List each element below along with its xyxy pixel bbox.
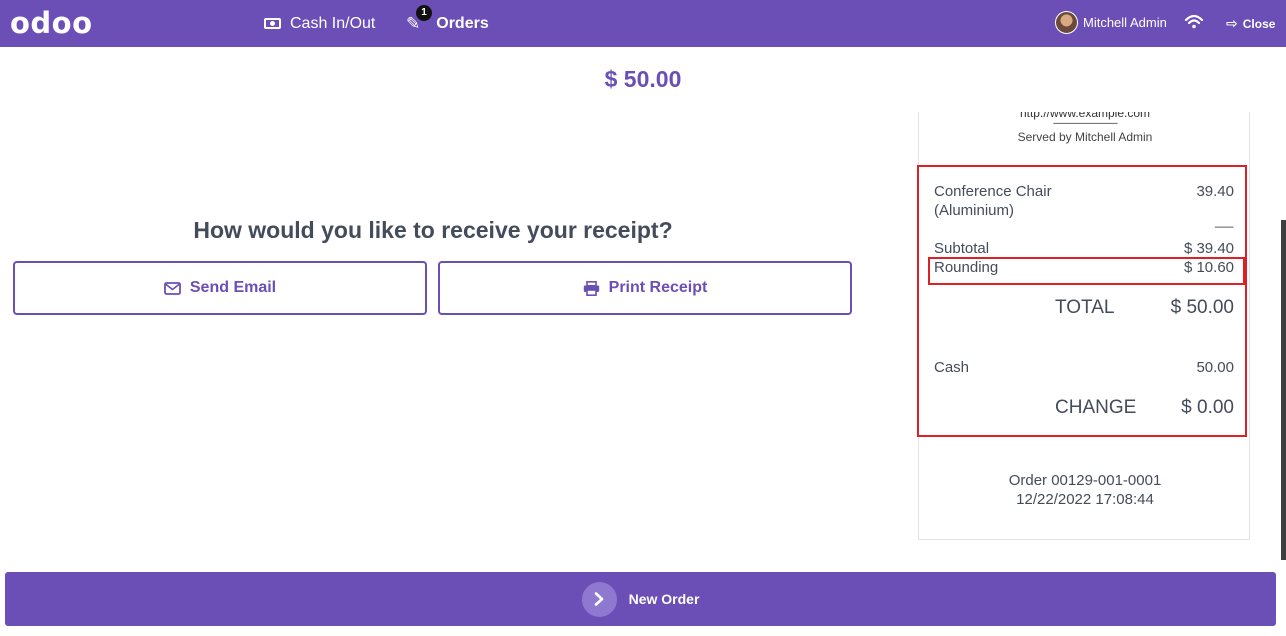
line-item-name: Conference Chair xyxy=(934,183,1052,200)
total-separator: -------- xyxy=(1214,279,1234,290)
send-email-button[interactable]: Send Email xyxy=(13,261,427,315)
chevron-right-icon xyxy=(581,581,617,617)
print-receipt-button[interactable]: Print Receipt xyxy=(438,261,852,315)
money-icon xyxy=(264,18,281,29)
order-datetime: 12/22/2022 17:08:44 xyxy=(1016,491,1154,508)
rounding-value: $ 10.60 xyxy=(1183,259,1234,276)
total-label: TOTAL xyxy=(1055,297,1115,318)
change-value: $ 0.00 xyxy=(1181,397,1234,418)
sign-out-icon: ⇨ xyxy=(1226,15,1238,31)
odoo-logo: odoo xyxy=(10,6,93,40)
subtotal-separator: -------- xyxy=(1214,222,1234,233)
rounding-label: Rounding xyxy=(934,259,999,276)
receipt-served-by: Served by Mitchell Admin xyxy=(1017,130,1153,144)
ticket-icon: ✎ 1 xyxy=(406,4,432,34)
close-label: Close xyxy=(1242,16,1276,31)
print-icon xyxy=(583,280,600,296)
line-item-price: 39.40 xyxy=(1196,183,1234,200)
payment-method: Cash xyxy=(934,359,970,376)
print-receipt-label: Print Receipt xyxy=(608,279,708,296)
receipt-separator: -------------------------------- xyxy=(1053,118,1118,128)
cash-in-out-label: Cash In/Out xyxy=(290,14,376,32)
total-value: $ 50.00 xyxy=(1170,297,1234,318)
user-menu[interactable]: Mitchell Admin xyxy=(1055,11,1167,34)
order-reference: Order 00129-001-0001 xyxy=(1008,472,1162,489)
receipt-preview: http://www.example.com -----------------… xyxy=(918,112,1250,540)
top-bar: odoo Cash In/Out ✎ 1 Orders Mitchell Adm… xyxy=(0,0,1286,47)
orders-button[interactable]: ✎ 1 Orders xyxy=(406,0,489,47)
close-button[interactable]: ⇨ Close xyxy=(1226,15,1275,32)
orders-label: Orders xyxy=(436,14,489,32)
subtotal-value: $ 39.40 xyxy=(1183,240,1234,257)
avatar xyxy=(1055,11,1078,34)
send-email-label: Send Email xyxy=(189,279,277,296)
line-item-variant: (Aluminium) xyxy=(934,202,1015,219)
envelope-icon xyxy=(163,281,181,295)
orders-count-badge: 1 xyxy=(416,4,432,21)
subtotal-label: Subtotal xyxy=(934,240,990,257)
new-order-button[interactable]: New Order xyxy=(5,572,1276,626)
order-info: Order 00129-001-0001 12/22/2022 17:08:44 xyxy=(919,471,1249,509)
cash-in-out-button[interactable]: Cash In/Out xyxy=(264,0,375,47)
change-label: CHANGE xyxy=(1055,397,1137,418)
receipt-question: How would you like to receive your recei… xyxy=(193,217,673,243)
total-amount: $ 50.00 xyxy=(604,66,682,92)
wifi-icon xyxy=(1184,14,1204,29)
user-name: Mitchell Admin xyxy=(1083,15,1167,30)
new-order-label: New Order xyxy=(628,591,700,607)
payment-amount: 50.00 xyxy=(1196,359,1234,376)
scrollbar[interactable] xyxy=(1281,220,1286,560)
